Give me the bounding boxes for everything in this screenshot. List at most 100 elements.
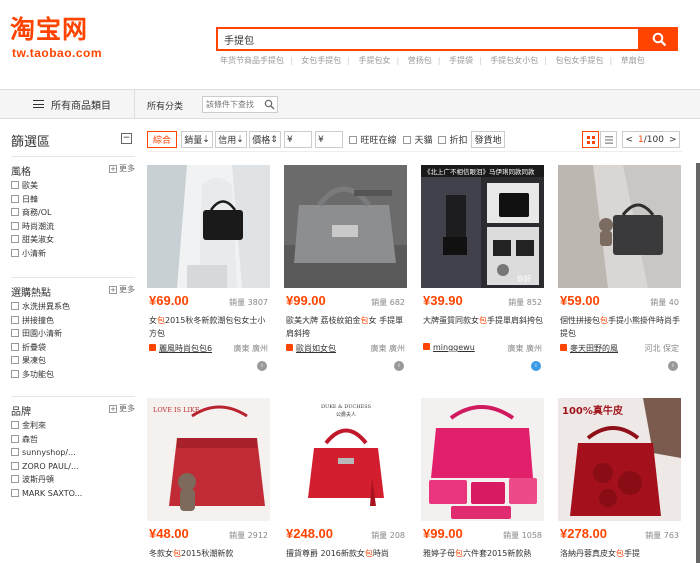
checkbox[interactable] — [438, 135, 447, 144]
product-title[interactable]: 歐美大牌 荔枝紋鉑金包女 手提單肩斜挎 — [286, 314, 407, 340]
product-image[interactable] — [147, 165, 270, 288]
filter-option[interactable]: 商務/OL — [11, 206, 135, 220]
wangwang-icon[interactable]: ı — [668, 361, 678, 371]
sort-credit[interactable]: 信用 ⇣ — [215, 131, 247, 148]
checkbox[interactable] — [11, 181, 19, 189]
checkbox[interactable] — [11, 461, 19, 470]
collapse-icon[interactable]: − — [121, 133, 132, 144]
product-card[interactable]: ¥99.00 銷量 1058 雅婷子母包六件套2015新款熱 — [421, 398, 544, 558]
product-card[interactable]: ¥99.00 銷量 682 歐美大牌 荔枝紋鉑金包女 手提單肩斜挎 歐尚如女包 … — [284, 165, 407, 371]
filter-option[interactable]: 折疊袋 — [11, 341, 135, 355]
filter-tmall[interactable]: 天貓 — [402, 131, 434, 148]
product-title[interactable]: 擅貨尊爵 2016新款女包時尚 — [286, 547, 407, 573]
more-button[interactable]: + 更多 — [109, 284, 135, 295]
shop-link[interactable]: 麥天田野的風 — [560, 343, 618, 354]
hot-word[interactable]: 女包手提包 — [301, 56, 341, 65]
checkbox[interactable] — [11, 302, 19, 310]
shop-link[interactable]: 歐尚如女包 — [286, 343, 336, 354]
hot-word[interactable]: 草扇包 — [621, 56, 645, 65]
filter-option[interactable]: 時尚潮流 — [11, 220, 135, 234]
product-image[interactable]: LOVE IS LIKE — [147, 398, 270, 521]
product-title[interactable]: 個性拼接包包手提小熊掛件時尚手提包 — [560, 314, 681, 340]
product-title[interactable]: 洛納丹蓉真皮女包手提 — [560, 547, 681, 573]
product-title[interactable]: 雅婷子母包六件套2015新款熱 — [423, 547, 544, 573]
checkbox[interactable] — [11, 369, 19, 378]
hot-word[interactable]: 营扬包 — [408, 56, 432, 65]
sort-default[interactable]: 綜合 — [147, 131, 177, 148]
search-button[interactable] — [640, 27, 678, 51]
product-title[interactable]: 冬款女包2015秋潮新款 — [149, 547, 270, 573]
checkbox[interactable] — [11, 475, 19, 483]
checkbox[interactable] — [11, 194, 19, 203]
product-card[interactable]: ¥59.00 銷量 40 個性拼接包包手提小熊掛件時尚手提包 麥天田野的風 河北… — [558, 165, 681, 371]
checkbox[interactable] — [11, 329, 19, 337]
checkbox[interactable] — [11, 315, 19, 324]
product-image[interactable] — [558, 165, 681, 288]
filter-option[interactable]: 日韓 — [11, 193, 135, 207]
hot-word[interactable]: 手提包女小包 — [490, 56, 538, 65]
hot-word[interactable]: 包包女手提包 — [556, 56, 604, 65]
filter-option[interactable]: 果凍包 — [11, 354, 135, 368]
product-image[interactable] — [421, 398, 544, 521]
product-title[interactable]: 大牌蛋質同款女包手提單肩斜挎包 — [423, 314, 544, 340]
hot-word[interactable]: 年货节商品手提包 — [220, 56, 284, 65]
filter-option[interactable]: 甜美淑女 — [11, 233, 135, 247]
product-card[interactable]: ¥69.00 銷量 3807 女包2015秋冬新款潮包包女士小方包 麗風時尚包包… — [147, 165, 270, 371]
search-icon[interactable] — [264, 99, 275, 110]
filter-option[interactable]: 小清新 — [11, 247, 135, 261]
product-image[interactable]: 100%真牛皮 — [558, 398, 681, 521]
price-max-input[interactable]: ¥ — [315, 131, 343, 148]
product-image[interactable] — [284, 165, 407, 288]
checkbox[interactable] — [11, 434, 19, 443]
shop-link[interactable]: 麗風時尚包包6 — [149, 343, 212, 354]
checkbox[interactable] — [11, 235, 19, 243]
all-categories-button[interactable]: 所有商品類目 — [10, 89, 135, 119]
list-view-icon[interactable] — [600, 131, 617, 148]
product-card[interactable]: DUKE & DUCHESS 公爵夫人 ¥248.00 銷量 208 擅貨尊爵 … — [284, 398, 407, 558]
taobao-logo[interactable]: 淘宝网 — [10, 16, 88, 44]
checkbox[interactable] — [11, 221, 19, 230]
filter-option[interactable]: 拼接撞色 — [11, 314, 135, 328]
hot-word[interactable]: 手提包女 — [359, 56, 391, 65]
filter-option[interactable]: 田園小清新 — [11, 327, 135, 341]
ship-from-select[interactable]: 發貨地 — [471, 131, 505, 148]
in-category-search[interactable] — [202, 96, 278, 113]
filter-discount[interactable]: 折扣 — [437, 131, 469, 148]
shop-link[interactable]: minggewu — [423, 343, 475, 352]
filter-option[interactable]: ZORO PAUL/... — [11, 460, 135, 474]
product-image[interactable]: DUKE & DUCHESS 公爵夫人 — [284, 398, 407, 521]
more-button[interactable]: + 更多 — [109, 403, 135, 414]
filter-option[interactable]: 水洗拼異系色 — [11, 300, 135, 314]
filter-option[interactable]: sunnyshop/... — [11, 446, 135, 460]
checkbox[interactable] — [11, 448, 19, 456]
prev-page-button[interactable]: < — [625, 135, 633, 145]
wangwang-icon[interactable]: ı — [531, 361, 541, 371]
grid-view-icon[interactable] — [582, 131, 599, 148]
filter-option[interactable]: MARK SAXTO... — [11, 487, 135, 501]
sort-sales[interactable]: 銷量 ⇣ — [181, 131, 213, 148]
product-image[interactable]: 《北上广不相信眼泪》马伊琍同款同款 你好 — [421, 165, 544, 288]
checkbox[interactable] — [11, 356, 19, 364]
filter-option[interactable]: 歐美 — [11, 179, 135, 193]
search-input[interactable] — [218, 29, 638, 49]
price-min-input[interactable]: ¥ — [284, 131, 312, 148]
sort-price[interactable]: 價格 ⇕ — [249, 131, 281, 148]
checkbox[interactable] — [11, 488, 19, 497]
filter-online[interactable]: 旺旺在線 — [348, 131, 398, 148]
filter-option[interactable]: 森哲 — [11, 433, 135, 447]
filter-option[interactable]: 波斯丹頓 — [11, 473, 135, 487]
filter-option[interactable]: 金利來 — [11, 419, 135, 433]
breadcrumb[interactable]: 所有分类 — [147, 99, 183, 112]
checkbox[interactable] — [11, 208, 19, 216]
wangwang-icon[interactable]: ı — [257, 361, 267, 371]
product-card[interactable]: 100%真牛皮 ¥278.00 銷量 763 洛納丹蓉真皮女包手提 — [558, 398, 681, 558]
checkbox[interactable] — [11, 342, 19, 351]
next-page-button[interactable]: > — [669, 135, 677, 145]
checkbox[interactable] — [11, 421, 19, 429]
product-title[interactable]: 女包2015秋冬新款潮包包女士小方包 — [149, 314, 270, 340]
product-card[interactable]: LOVE IS LIKE ¥48.00 銷量 2912 冬款女包2015秋潮新款 — [147, 398, 270, 558]
in-category-search-input[interactable] — [203, 97, 263, 112]
checkbox[interactable] — [11, 248, 19, 257]
hot-word[interactable]: 手提袋 — [449, 56, 473, 65]
taobao-logo-url[interactable]: tw.taobao.com — [12, 46, 102, 60]
